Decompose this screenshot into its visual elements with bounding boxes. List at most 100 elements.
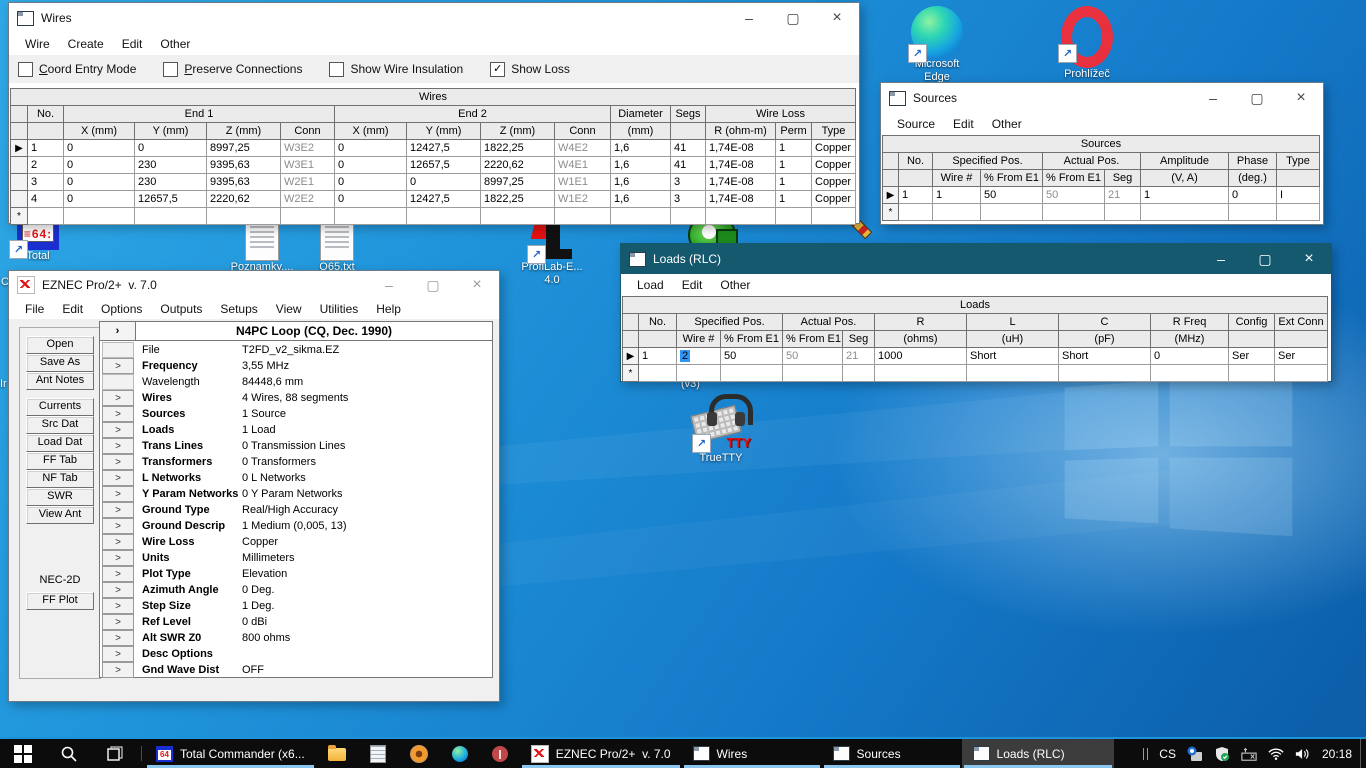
taskbar-radio-app[interactable] — [480, 739, 520, 768]
close-button[interactable]: × — [1287, 244, 1331, 274]
menu-load[interactable]: Load — [628, 278, 673, 292]
clock[interactable]: 20:18 — [1322, 747, 1352, 761]
menu-other[interactable]: Other — [151, 37, 199, 51]
save-as-button[interactable]: Save As — [26, 354, 94, 372]
minimize-button[interactable]: – — [727, 3, 771, 33]
task-view-button[interactable] — [92, 739, 138, 768]
show-desktop-button[interactable] — [1360, 739, 1366, 768]
menu-edit[interactable]: Edit — [944, 117, 983, 131]
touch-keyboard-icon[interactable] — [1241, 746, 1257, 762]
menu-view[interactable]: View — [267, 302, 311, 316]
current-row-marker: ▶ — [883, 187, 899, 204]
taskbar-compass-app[interactable] — [398, 739, 440, 768]
taskbar-edge[interactable] — [440, 739, 480, 768]
menu-source[interactable]: Source — [888, 117, 944, 131]
desktop-icon-poznamky[interactable]: Poznamky.... — [219, 220, 305, 274]
wires-toolbar: Coord Entry Mode Preserve Connections Sh… — [9, 55, 859, 83]
taskbar-sources[interactable]: Sources — [822, 739, 962, 768]
wifi-icon[interactable] — [1268, 746, 1284, 762]
taskbar-wires[interactable]: Wires — [682, 739, 822, 768]
param-row-units: >UnitsMillimeters — [100, 549, 492, 565]
minimize-button[interactable]: – — [367, 271, 411, 299]
maximize-button[interactable]: ▢ — [1235, 83, 1279, 113]
menu-edit[interactable]: Edit — [673, 278, 712, 292]
eznec-titlebar[interactable]: EZNEC Pro/2+ v. 7.0 – ▢ × — [9, 271, 499, 299]
volume-icon[interactable] — [1295, 746, 1311, 762]
task-view-icon — [107, 746, 123, 762]
taskbar-file-explorer[interactable] — [316, 739, 358, 768]
window-title: EZNEC Pro/2+ v. 7.0 — [42, 278, 157, 292]
desktop-icon-truetty[interactable]: TTY ↗ TrueTTY — [678, 394, 764, 465]
hidden-icons-chevron[interactable] — [1143, 748, 1148, 760]
taskbar-total-commander[interactable]: Total Commander (x6... — [145, 739, 316, 768]
ff-plot-button[interactable]: FF Plot — [26, 592, 94, 610]
view-ant-button[interactable]: View Ant — [26, 506, 94, 524]
menu-outputs[interactable]: Outputs — [151, 302, 211, 316]
column-header-row: Wire # % From E1 % From E1 Seg (V, A) (d… — [883, 170, 1320, 187]
menu-other[interactable]: Other — [711, 278, 759, 292]
antenna-description[interactable]: N4PC Loop (CQ, Dec. 1990) — [136, 322, 492, 340]
swr-button[interactable]: SWR — [26, 488, 94, 506]
sources-titlebar[interactable]: Sources – ▢ × — [881, 83, 1323, 113]
update-tray-icon[interactable] — [1187, 746, 1203, 762]
checkbox-coord-entry-mode[interactable]: Coord Entry Mode — [18, 62, 136, 77]
menu-wire[interactable]: Wire — [16, 37, 59, 51]
desktop-icon-edge[interactable]: ↗ Microsoft Edge — [894, 6, 980, 84]
menu-edit[interactable]: Edit — [113, 37, 152, 51]
search-button[interactable] — [46, 739, 92, 768]
taskbar-eznec[interactable]: EZNEC Pro/2+ v. 7.0 — [520, 739, 682, 768]
menu-options[interactable]: Options — [92, 302, 151, 316]
maximize-button[interactable]: ▢ — [1243, 244, 1287, 274]
eznec-window: EZNEC Pro/2+ v. 7.0 – ▢ × File Edit Opti… — [8, 270, 500, 702]
taskbar-notepad[interactable] — [358, 739, 398, 768]
close-button[interactable]: × — [455, 271, 499, 299]
shortcut-arrow-icon: ↗ — [9, 240, 28, 259]
menu-edit[interactable]: Edit — [53, 302, 92, 316]
current-row-marker: ▶ — [623, 348, 639, 365]
nf-tab-button[interactable]: NF Tab — [26, 470, 94, 488]
checkbox-show-loss[interactable]: ✓Show Loss — [490, 62, 570, 77]
loads-titlebar[interactable]: Loads (RLC) – ▢ × — [621, 244, 1331, 274]
notepad-icon — [370, 745, 386, 763]
language-indicator[interactable]: CS — [1159, 747, 1176, 761]
minimize-button[interactable]: – — [1191, 83, 1235, 113]
close-button[interactable]: × — [815, 3, 859, 33]
eznec-icon — [531, 745, 549, 763]
taskbar: Total Commander (x6... EZNEC Pro/2+ v. 7… — [0, 737, 1366, 768]
maximize-button[interactable]: ▢ — [771, 3, 815, 33]
start-button[interactable] — [0, 739, 46, 768]
wires-titlebar[interactable]: Wires – ▢ × — [9, 3, 859, 33]
menu-help[interactable]: Help — [367, 302, 410, 316]
description-chevron-button[interactable]: › — [100, 322, 136, 340]
window-title: Sources — [913, 91, 957, 105]
desktop-icon-q65[interactable]: Q65.txt — [294, 220, 380, 274]
open-button[interactable]: Open — [26, 336, 94, 354]
minimize-button[interactable]: – — [1199, 244, 1243, 274]
defender-icon[interactable] — [1214, 746, 1230, 762]
checkbox-show-wire-insulation[interactable]: Show Wire Insulation — [329, 62, 463, 77]
menu-setups[interactable]: Setups — [211, 302, 266, 316]
selected-cell[interactable]: 2 — [677, 348, 721, 365]
menu-utilities[interactable]: Utilities — [311, 302, 368, 316]
shortcut-arrow-icon: ↗ — [908, 44, 927, 63]
ant-notes-button[interactable]: Ant Notes — [26, 372, 94, 390]
close-button[interactable]: × — [1279, 83, 1323, 113]
src-dat-button[interactable]: Src Dat — [26, 416, 94, 434]
text-file-icon — [320, 220, 354, 261]
taskbar-loads[interactable]: Loads (RLC) — [962, 739, 1114, 768]
menu-file[interactable]: File — [16, 302, 53, 316]
checkbox-icon — [329, 62, 344, 77]
param-row-azimuth-angle: >Azimuth Angle0 Deg. — [100, 581, 492, 597]
ff-tab-button[interactable]: FF Tab — [26, 452, 94, 470]
table-caption: Loads — [623, 297, 1328, 314]
menu-create[interactable]: Create — [59, 37, 113, 51]
file-explorer-icon — [328, 748, 346, 761]
desktop-icon-opera[interactable]: ↗ Prohlížeč Opera — [1044, 6, 1130, 94]
currents-button[interactable]: Currents — [26, 398, 94, 416]
load-dat-button[interactable]: Load Dat — [26, 434, 94, 452]
checkbox-preserve-connections[interactable]: Preserve Connections — [163, 62, 302, 77]
maximize-button[interactable]: ▢ — [411, 271, 455, 299]
menu-other[interactable]: Other — [983, 117, 1031, 131]
icon-label: 4.0 — [509, 274, 595, 287]
column-header-row: X (mm)Y (mm) Z (mm)Conn X (mm)Y (mm) Z (… — [11, 123, 856, 140]
